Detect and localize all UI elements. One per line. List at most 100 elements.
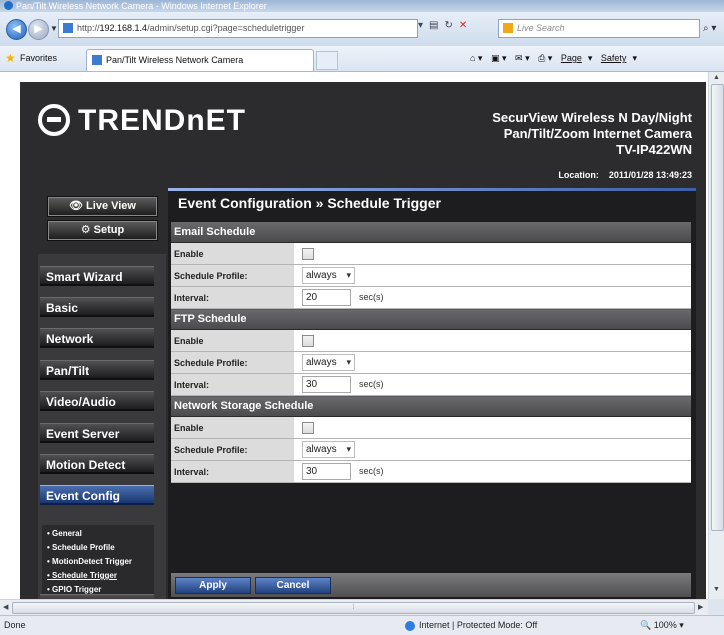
product-model: TV-IP422WN (616, 142, 692, 157)
setup-button[interactable]: ⚙ Setup (48, 221, 157, 240)
interval-cell: 30 sec(s) (294, 373, 691, 396)
interval-unit: sec(s) (359, 466, 384, 477)
print-icon[interactable]: ⎙ ▾ (538, 53, 552, 63)
search-input[interactable]: Live Search (498, 19, 700, 38)
vertical-scrollbar[interactable]: ▲ ▼ (708, 72, 724, 599)
camera-page: TRENDnET SecurView Wireless N Day/Night … (20, 82, 706, 599)
table-row: Enable (171, 242, 691, 265)
sidebar-item-video-audio[interactable]: Video/Audio (40, 391, 154, 411)
stop-icon[interactable]: ✕ (459, 20, 473, 31)
table-row: Schedule Profile: always (171, 438, 691, 461)
live-search-icon (503, 23, 513, 33)
location-info: Location: 2011/01/28 13:49:23 (558, 170, 692, 180)
page-menu[interactable]: Page (561, 53, 582, 63)
vertical-scroll-thumb[interactable] (711, 84, 724, 531)
zoom-control[interactable]: 🔍 100% ▾ (640, 616, 684, 635)
forward-button[interactable]: ▶ (28, 19, 49, 40)
address-actions: ▾▤↻✕ (418, 20, 473, 31)
subnav-item-schedule-profile[interactable]: • Schedule Profile (42, 541, 154, 555)
window-title: Pan/Tilt Wireless Network Camera - Windo… (16, 1, 267, 11)
main-content: Event Configuration » Schedule Trigger E… (168, 188, 696, 599)
history-dropdown-icon[interactable]: ▼ (50, 24, 58, 33)
location-datetime: 2011/01/28 13:49:23 (608, 170, 692, 180)
subnav-item-schedule-trigger[interactable]: • Schedule Trigger (42, 569, 154, 583)
back-button[interactable]: ◀ (6, 19, 27, 40)
scroll-left-icon[interactable]: ◀ (3, 603, 8, 611)
interval-label: Interval: (171, 373, 294, 396)
subnav-schedule-trigger-label: Schedule Trigger (52, 571, 117, 580)
tab-title: Pan/Tilt Wireless Network Camera (106, 55, 244, 65)
search-placeholder: Live Search (517, 23, 565, 33)
sidebar-item-pan-tilt[interactable]: Pan/Tilt (40, 360, 154, 380)
zoom-level: 100% (653, 620, 677, 630)
tab-camera[interactable]: Pan/Tilt Wireless Network Camera (86, 49, 314, 71)
email-interval-input[interactable]: 20 (302, 289, 351, 306)
interval-cell: 20 sec(s) (294, 286, 691, 309)
horizontal-scroll-thumb[interactable]: ⦙ (12, 602, 695, 614)
ie-icon (4, 1, 13, 10)
address-input[interactable]: http://192.168.1.4/admin/setup.cgi?page=… (58, 19, 418, 38)
storage-schedule-profile-select[interactable]: always (302, 441, 355, 458)
search-icon[interactable]: ⌕ ▾ (703, 23, 716, 34)
tab-page-icon (92, 55, 102, 65)
product-info: SecurView Wireless N Day/Night Pan/Tilt/… (492, 110, 692, 158)
eye-icon: 👁 (69, 200, 87, 212)
compat-view-icon[interactable]: ▤ (429, 20, 444, 31)
subnav-gpio-trigger-label: GPIO Trigger (52, 585, 102, 594)
page-icon (63, 23, 73, 33)
table-row: Interval: 30 sec(s) (171, 460, 691, 483)
url-prefix: http:// (77, 23, 100, 33)
horizontal-scrollbar[interactable]: ◀ ⦙ ▶ (0, 599, 708, 615)
storage-interval-input[interactable]: 30 (302, 463, 351, 480)
ftp-interval-input[interactable]: 30 (302, 376, 351, 393)
table-row: Enable (171, 416, 691, 439)
subnav-general-label: General (52, 529, 82, 538)
mail-icon[interactable]: ✉ ▾ (515, 53, 530, 63)
sidebar-item-network[interactable]: Network (40, 328, 154, 348)
table-row: Interval: 30 sec(s) (171, 373, 691, 396)
home-icon[interactable]: ⌂ ▾ (470, 53, 482, 63)
section-ftp-header: FTP Schedule (171, 308, 691, 330)
product-line-2: Pan/Tilt/Zoom Internet Camera (503, 126, 692, 141)
interval-cell: 30 sec(s) (294, 460, 691, 483)
zone-label: Internet | Protected Mode: Off (419, 620, 538, 630)
interval-label: Interval: (171, 460, 294, 483)
sidebar-item-event-server[interactable]: Event Server (40, 423, 154, 443)
favorites-button[interactable]: Favorites (20, 53, 57, 63)
scroll-right-icon[interactable]: ▶ (698, 603, 703, 611)
subnav-item-general[interactable]: • General (42, 527, 154, 541)
sidebar-item-basic[interactable]: Basic (40, 297, 154, 317)
cancel-button[interactable]: Cancel (255, 577, 331, 594)
sidebar-item-smart-wizard[interactable]: Smart Wizard (40, 266, 154, 286)
enable-cell (294, 242, 691, 265)
ftp-schedule-profile-select[interactable]: always (302, 354, 355, 371)
schedule-profile-cell: always (294, 438, 691, 461)
table-row: Enable (171, 329, 691, 352)
safety-menu-chevron-icon[interactable]: ▾ (632, 53, 637, 63)
schedule-profile-cell: always (294, 264, 691, 287)
sidebar-item-event-config[interactable]: Event Config (40, 485, 154, 505)
new-tab-button[interactable] (316, 51, 338, 70)
page-menu-chevron-icon[interactable]: ▾ (588, 53, 593, 63)
apply-button[interactable]: Apply (175, 577, 251, 594)
live-view-button[interactable]: 👁 Live View (48, 197, 157, 216)
storage-enable-checkbox[interactable] (302, 421, 314, 434)
email-schedule-profile-select[interactable]: always (302, 267, 355, 284)
scroll-down-icon[interactable]: ▼ (713, 586, 720, 593)
live-view-label: Live View (86, 200, 136, 212)
logo-mark-icon (38, 104, 70, 136)
ftp-enable-checkbox[interactable] (302, 334, 314, 347)
scroll-up-icon[interactable]: ▲ (713, 74, 720, 81)
security-zone[interactable]: Internet | Protected Mode: Off (405, 616, 537, 635)
schedule-profile-label: Schedule Profile: (171, 438, 294, 461)
address-dropdown-icon[interactable]: ▾ (418, 20, 429, 31)
schedule-profile-label: Schedule Profile: (171, 351, 294, 374)
email-enable-checkbox[interactable] (302, 247, 314, 260)
safety-menu[interactable]: Safety (601, 53, 627, 63)
refresh-icon[interactable]: ↻ (444, 20, 458, 31)
feeds-icon[interactable]: ▣ ▾ (491, 53, 507, 63)
action-bar: Apply Cancel (171, 573, 691, 597)
subnav-item-motiondetect-trigger[interactable]: • MotionDetect Trigger (42, 555, 154, 569)
favorites-star-icon[interactable]: ★ (5, 52, 16, 64)
sidebar-item-motion-detect[interactable]: Motion Detect (40, 454, 154, 474)
